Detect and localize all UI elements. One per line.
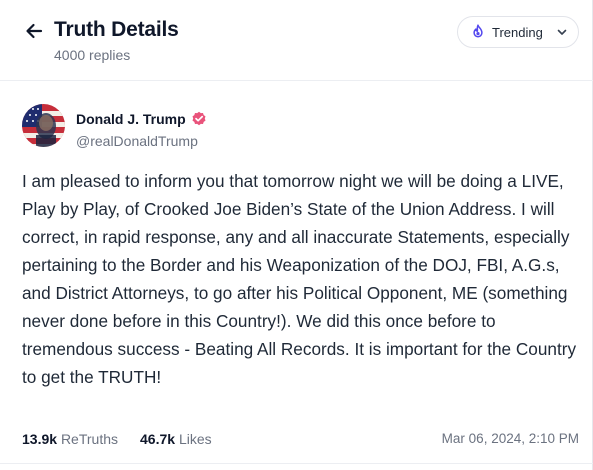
replies-count: 4000 replies [54,47,131,63]
likes-count: 46.7k [140,431,176,447]
post-stats: 13.9k ReTruths 46.7k Likes Mar 06, 2024,… [22,431,579,451]
back-button[interactable] [22,19,46,43]
retruths-stat[interactable]: 13.9k ReTruths [22,431,118,447]
post-text: I am pleased to inform you that tomorrow… [22,171,577,387]
retruths-count: 13.9k [22,431,58,447]
retruths-label: ReTruths [60,431,118,447]
sort-dropdown[interactable]: Trending [457,16,579,48]
post-author: Donald J. Trump @realDonaldTrump [22,104,579,150]
post-timestamp: Mar 06, 2024, 2:10 PM [441,431,579,446]
header-divider [0,80,593,81]
likes-stat[interactable]: 46.7k Likes [140,431,212,447]
avatar[interactable] [22,104,65,147]
likes-label: Likes [178,431,212,447]
arrow-left-icon [26,23,43,39]
sort-dropdown-label: Trending [492,24,543,40]
flame-icon [473,24,483,38]
author-name[interactable]: Donald J. Trump [76,111,207,127]
page-title: Truth Details [54,18,179,41]
verified-badge-icon [191,111,207,127]
chevron-down-icon [557,29,567,35]
truth-details-page: Truth Details 4000 replies Trending Dona… [0,0,593,470]
avatar-image [22,104,65,147]
author-name-text: Donald J. Trump [76,111,186,127]
page-header: Truth Details 4000 replies Trending [22,14,579,66]
author-handle[interactable]: @realDonaldTrump [76,133,198,149]
bottom-divider [0,463,593,464]
